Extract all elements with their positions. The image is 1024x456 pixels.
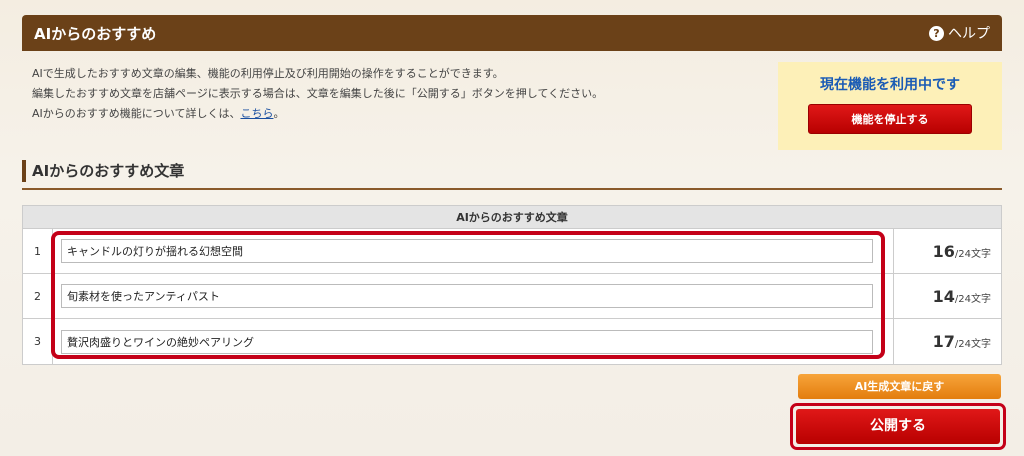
table-row: 3 17/24文字 [23,319,1001,364]
question-circle-icon: ? [929,25,944,41]
description: AIで生成したおすすめ文章の編集、機能の利用停止及び利用開始の操作をすることがで… [32,64,603,124]
details-link[interactable]: こちら [240,107,273,120]
table-header: AIからのおすすめ文章 [23,206,1001,229]
section-title: AIからのおすすめ文章 [22,160,1002,190]
description-line-3-suffix: 。 [273,107,285,120]
feature-status-box: 現在機能を利用中です 機能を停止する [778,62,1002,150]
recommendation-input-1[interactable] [61,239,873,263]
char-count: 14/24文字 [894,274,1001,318]
recommendation-input-2[interactable] [61,284,873,308]
row-number: 1 [23,229,53,273]
publish-button[interactable]: 公開する [796,409,1000,444]
table-row: 1 16/24文字 [23,229,1001,274]
char-count-max: /24文字 [954,249,991,260]
publish-highlight-frame: 公開する [790,403,1006,450]
description-line-1: AIで生成したおすすめ文章の編集、機能の利用停止及び利用開始の操作をすることがで… [32,67,504,80]
char-count: 17/24文字 [894,319,1001,364]
help-link[interactable]: ? ヘルプ [929,23,990,43]
help-label: ヘルプ [948,26,990,42]
stop-feature-button[interactable]: 機能を停止する [808,104,972,134]
feature-status-text: 現在機能を利用中です [820,77,960,93]
row-cell [53,229,894,273]
description-line-3: AIからのおすすめ機能について詳しくは、こちら。 [32,104,603,124]
char-count-value: 14 [932,287,955,306]
description-line-2: 編集したおすすめ文章を店舗ページに表示する場合は、文章を編集した後に「公開する」… [32,87,604,100]
row-number: 2 [23,274,53,318]
description-line-3-prefix: AIからのおすすめ機能について詳しくは、 [32,107,241,120]
page-title: AIからのおすすめ [34,24,157,43]
char-count-max: /24文字 [954,339,991,350]
table-row: 2 14/24文字 [23,274,1001,319]
row-cell [53,274,894,318]
char-count-value: 16 [932,242,955,261]
char-count-value: 17 [932,332,955,351]
row-number: 3 [23,319,53,364]
char-count-max: /24文字 [954,294,991,305]
revert-to-ai-button[interactable]: AI生成文章に戻す [798,374,1001,399]
char-count: 16/24文字 [894,229,1001,273]
recommendation-input-3[interactable] [61,329,873,354]
recommendation-table: AIからのおすすめ文章 1 16/24文字 2 14/24文字 3 17/24文… [22,205,1002,365]
row-cell [53,319,894,364]
header-bar: AIからのおすすめ ? ヘルプ [22,15,1002,51]
